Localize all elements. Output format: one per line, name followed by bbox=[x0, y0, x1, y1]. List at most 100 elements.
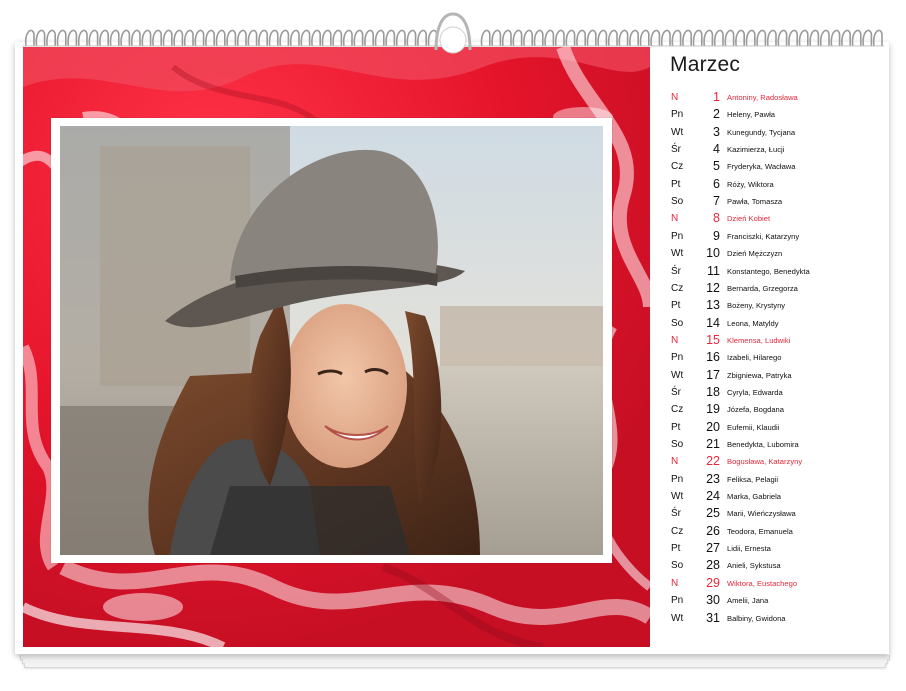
day-number: 4 bbox=[713, 142, 720, 157]
day-row: So 7 Pawła, Tomasza bbox=[671, 194, 886, 211]
spiral-coil bbox=[629, 29, 639, 47]
spiral-coil bbox=[417, 29, 427, 47]
spiral-coil bbox=[809, 29, 820, 47]
day-row: So 21 Benedykta, Lubomira bbox=[671, 437, 886, 454]
spiral-coil bbox=[130, 29, 141, 47]
day-number: 20 bbox=[706, 419, 720, 434]
day-number: 28 bbox=[706, 558, 720, 573]
day-number: 14 bbox=[706, 315, 720, 330]
spiral-coil bbox=[819, 29, 830, 47]
smiling-woman-photo bbox=[60, 126, 603, 555]
spiral-coil bbox=[395, 29, 406, 47]
name-day-label: Bogusława, Katarzyny bbox=[727, 457, 803, 467]
name-day-label: Heleny, Pawła bbox=[727, 110, 775, 120]
day-row: Pn 2 Heleny, Pawła bbox=[671, 107, 886, 124]
spiral-coil bbox=[501, 29, 512, 47]
day-of-week: N bbox=[671, 577, 679, 589]
name-day-label: Kazimierza, Łucji bbox=[727, 145, 785, 155]
spiral-coil bbox=[247, 29, 258, 47]
spiral-coil bbox=[650, 29, 661, 47]
day-row: N 1 Antoniny, Radosława bbox=[671, 90, 886, 107]
name-day-label: Józefa, Bogdana bbox=[727, 405, 784, 415]
spiral-coil bbox=[268, 29, 279, 47]
spiral-coil bbox=[798, 29, 809, 47]
spiral-coil bbox=[576, 29, 586, 47]
name-day-label: Lidii, Ernesta bbox=[727, 544, 771, 554]
spiral-coil bbox=[24, 29, 35, 47]
spiral-coil bbox=[332, 29, 343, 47]
name-day-label: Bernarda, Grzegorza bbox=[727, 283, 798, 293]
spiral-coil bbox=[173, 29, 184, 47]
day-of-week: So bbox=[671, 196, 684, 208]
day-row: Cz 19 Józefa, Bogdana bbox=[671, 402, 886, 419]
day-of-week: N bbox=[671, 456, 679, 468]
spiral-coil bbox=[523, 29, 533, 47]
day-of-week: Cz bbox=[671, 161, 684, 173]
day-row: Wt 10 Dzień Mężczyzn bbox=[671, 246, 886, 263]
spiral-coil bbox=[258, 29, 268, 47]
day-of-week: Cz bbox=[671, 282, 684, 294]
day-number: 3 bbox=[713, 124, 720, 139]
day-of-week: So bbox=[671, 560, 684, 572]
day-number: 6 bbox=[713, 176, 720, 191]
spiral-coil bbox=[788, 29, 798, 47]
name-day-label: Kunegundy, Tycjana bbox=[727, 127, 796, 137]
spiral-coil bbox=[597, 29, 608, 47]
spiral-coil bbox=[491, 29, 502, 47]
day-number: 12 bbox=[706, 280, 720, 295]
spiral-coil bbox=[353, 29, 364, 47]
day-row: Śr 4 Kazimierza, Łucji bbox=[671, 142, 886, 159]
spiral-coil bbox=[756, 29, 767, 47]
day-number: 13 bbox=[706, 298, 720, 313]
spiral-coil bbox=[544, 29, 555, 47]
spiral-coil bbox=[226, 29, 237, 47]
name-day-label: Konstantego, Benedykta bbox=[727, 266, 810, 276]
day-of-week: Pn bbox=[671, 595, 684, 607]
day-number: 7 bbox=[713, 194, 720, 209]
day-row: N 8 Dzień Kobiet bbox=[671, 211, 886, 228]
spiral-coil bbox=[67, 29, 78, 47]
spiral-coil bbox=[830, 29, 841, 47]
spiral-coil bbox=[735, 29, 745, 47]
name-day-label: Franciszki, Katarzyny bbox=[727, 231, 800, 241]
spiral-coil bbox=[841, 29, 851, 47]
name-day-label: Dzień Mężczyzn bbox=[727, 249, 783, 259]
spiral-coil bbox=[194, 29, 205, 47]
day-number: 2 bbox=[713, 107, 720, 122]
spiral-coil bbox=[713, 29, 724, 47]
day-number: 26 bbox=[706, 523, 720, 538]
day-of-week: Pt bbox=[671, 543, 681, 555]
day-of-week: So bbox=[671, 439, 684, 450]
day-row: Cz 12 Bernarda, Grzegorza bbox=[671, 281, 886, 298]
spiral-coil bbox=[342, 29, 353, 47]
spiral-coil bbox=[862, 29, 873, 47]
day-number: 21 bbox=[706, 437, 720, 451]
day-row: Pn 16 Izabeli, Hilarego bbox=[671, 350, 886, 367]
day-of-week: Śr bbox=[671, 508, 681, 520]
day-of-week: Wt bbox=[671, 369, 684, 381]
day-number: 9 bbox=[713, 228, 720, 243]
name-day-label: Cyryla, Edwarda bbox=[727, 387, 783, 397]
spiral-coil bbox=[141, 29, 152, 47]
name-day-label: Marka, Gabriela bbox=[727, 492, 782, 502]
day-of-week: N bbox=[671, 213, 679, 225]
day-row: N 15 Klemensa, Ludwiki bbox=[671, 333, 886, 350]
spiral-coil bbox=[565, 29, 576, 47]
day-of-week: Pt bbox=[671, 178, 681, 190]
name-day-label: Anieli, Sykstusa bbox=[727, 561, 781, 571]
spiral-coil bbox=[46, 29, 56, 47]
spiral-coil bbox=[660, 29, 671, 47]
spiral-coil bbox=[851, 29, 862, 47]
name-day-label: Bożeny, Krystyny bbox=[727, 301, 786, 311]
spiral-coil bbox=[406, 29, 417, 47]
name-day-label: Teodora, Emanuela bbox=[727, 526, 793, 536]
day-of-week: N bbox=[671, 334, 679, 346]
spiral-coil bbox=[533, 29, 544, 47]
day-of-week: Pt bbox=[671, 421, 681, 433]
day-of-week: Pn bbox=[671, 473, 684, 485]
spiral-coil bbox=[35, 29, 46, 47]
name-day-label: Róży, Wiktora bbox=[727, 179, 774, 189]
day-number: 27 bbox=[706, 541, 720, 556]
hanger-hook bbox=[434, 12, 472, 54]
spiral-coil bbox=[205, 29, 215, 47]
